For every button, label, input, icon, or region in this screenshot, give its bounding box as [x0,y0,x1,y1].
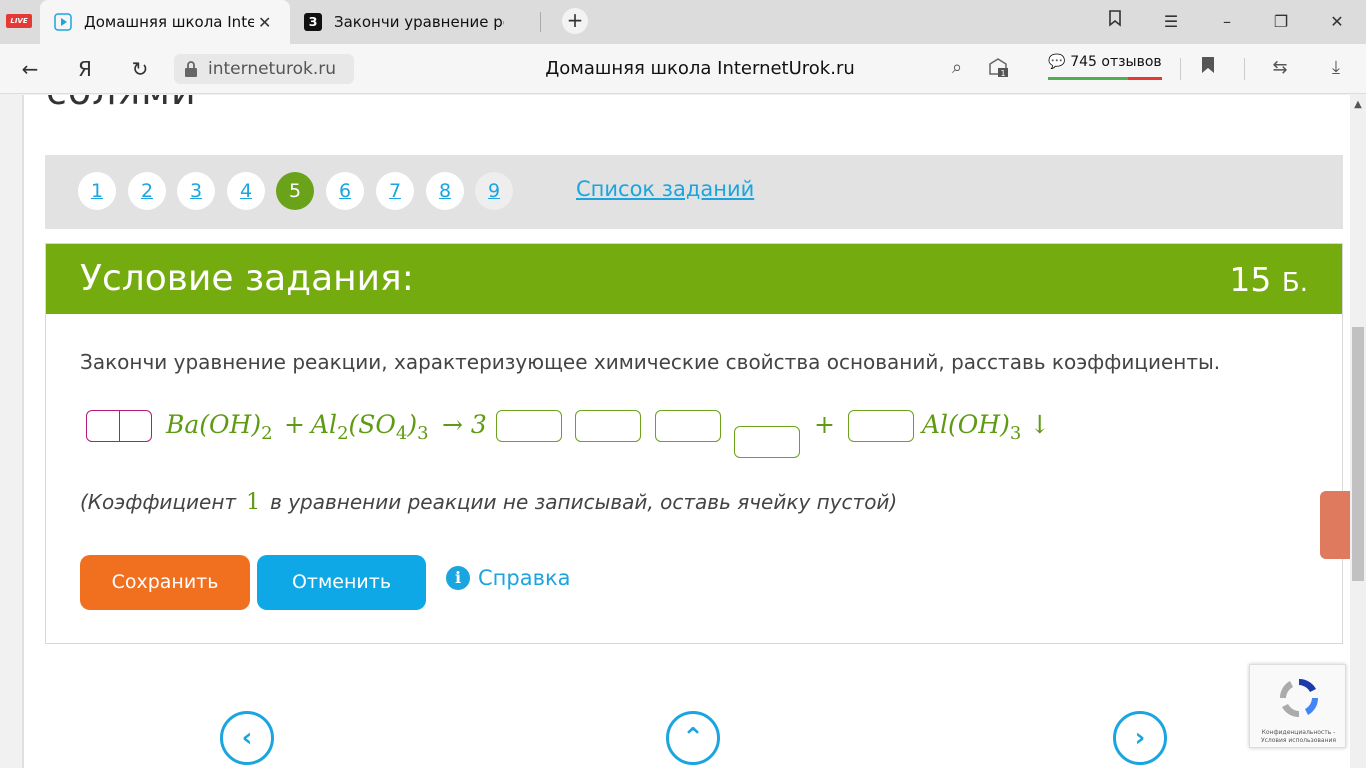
left-rail [0,95,24,768]
plus-sign-2: + [814,410,835,439]
translate-icon[interactable]: ⇆ [1268,56,1292,80]
page-link-6[interactable]: 6 [326,172,364,210]
task-list-link[interactable]: Список заданий [576,177,754,201]
download-icon[interactable]: ⤓ [1324,56,1348,80]
help-label: Справка [478,566,571,590]
page-content: солями 1 2 3 4 5 6 7 8 9 Список заданий … [0,95,1350,768]
live-icon[interactable]: LIVE [6,14,32,28]
recaptcha-badge[interactable]: Конфиденциальность - Условия использован… [1249,664,1346,748]
close-icon[interactable]: ✕ [258,13,271,32]
tab-title: Домашняя школа Intern [84,13,254,31]
rating-bar [1048,77,1162,80]
reviews-badge[interactable]: 💬 745 отзывов [1048,54,1162,80]
tab-inactive[interactable]: З Закончи уравнение реакц [292,0,540,44]
scroll-up-arrow-icon[interactable]: ▲ [1350,99,1366,110]
task-condition-title: Условие задания: [80,258,414,299]
coefficient-input-1[interactable] [86,410,152,442]
reactant-2: Al2(SO4)3 [311,410,429,444]
coefficient-input-2[interactable] [848,410,914,442]
scrollbar[interactable]: ▲ [1350,95,1366,768]
task-pager: 1 2 3 4 5 6 7 8 9 Список заданий [45,155,1343,229]
arrow-coefficient: → 3 [442,410,487,439]
recaptcha-text: Конфиденциальность - Условия использован… [1260,729,1337,744]
protect-badge-count: 1 [1000,69,1005,78]
window-close-icon[interactable]: ✕ [1322,8,1352,36]
browser-tab-bar: LIVE Домашняя школа Intern ✕ З Закончи у… [0,0,1366,44]
points-unit: Б. [1281,268,1308,298]
lock-icon [185,61,197,77]
help-link[interactable]: i Справка [446,566,571,590]
points-value: 15 [1229,260,1272,299]
product-2: Al(OH)3 ↓ [922,410,1051,444]
feedback-side-tab[interactable] [1320,491,1350,559]
precipitate-arrow-icon: ↓ [1029,410,1051,439]
tab-active[interactable]: Домашняя школа Intern ✕ [40,0,290,44]
page-link-9[interactable]: 9 [475,172,513,210]
coefficient-note: (Коэффициент 1 в уравнении реакции не запи… [80,490,898,515]
next-arrow-icon[interactable]: › [1113,711,1167,765]
scroll-thumb[interactable] [1352,327,1364,581]
plus-sign: + [284,410,305,439]
product-input-3[interactable] [655,410,721,442]
page-link-1[interactable]: 1 [78,172,116,210]
protect-icon[interactable]: 1 [986,56,1010,80]
speech-bubble-icon: 💬 [1048,54,1066,70]
reviews-text: 745 отзывов [1070,54,1162,70]
task-text: Закончи уравнение реакции, характеризующ… [80,350,1221,374]
tab-separator [540,12,541,32]
page-link-3[interactable]: 3 [177,172,215,210]
up-arrow-icon[interactable]: ⌃ [666,711,720,765]
reload-icon[interactable]: ↻ [127,56,153,82]
product-input-2[interactable] [575,410,641,442]
menu-icon[interactable]: ☰ [1156,8,1186,36]
zoom-icon[interactable]: ⌕ [945,56,969,80]
url-text: interneturok.ru [208,59,337,79]
separator [1244,58,1245,80]
recaptcha-icon [1279,678,1319,718]
prev-arrow-icon[interactable]: ‹ [220,711,274,765]
save-button[interactable]: Сохранить [80,555,250,610]
new-tab-plus-icon[interactable]: + [562,8,588,34]
cancel-button[interactable]: Отменить [257,555,426,610]
url-field[interactable]: interneturok.ru [174,54,354,84]
info-icon: i [446,566,470,590]
page-link-7[interactable]: 7 [376,172,414,210]
tab-title: Закончи уравнение реакц [334,13,504,31]
page-link-2[interactable]: 2 [128,172,166,210]
play-icon [54,13,72,31]
restore-icon[interactable]: ❐ [1266,8,1296,36]
address-bar: ← Я ↻ interneturok.ru Домашняя школа Int… [0,44,1366,94]
product-input-1[interactable] [496,410,562,442]
page-link-4[interactable]: 4 [227,172,265,210]
reaction-equation: Ba(OH)2 + Al2(SO4)3 → 3 + Al(OH)3 ↓ [86,406,1086,466]
cursor-divider [119,411,120,441]
separator [1180,58,1181,80]
page-title: Домашняя школа InternetUrok.ru [545,58,855,79]
reactant-1: Ba(OH)2 [166,410,273,444]
task-points: 15 Б. [1229,260,1308,299]
bookmark-icon[interactable] [1196,56,1220,80]
bookmarks-collection-icon[interactable] [1100,8,1130,36]
page-link-5-current[interactable]: 5 [276,172,314,210]
lesson-heading: солями [46,95,197,113]
page-link-8[interactable]: 8 [426,172,464,210]
yandex-logo-icon[interactable]: Я [72,56,98,82]
minimize-icon[interactable]: – [1212,8,1242,36]
znanija-icon: З [304,13,322,31]
product-subscript-input[interactable] [734,426,800,458]
task-panel: Условие задания: 15 Б. Закончи уравнение… [45,243,1343,644]
back-arrow-icon[interactable]: ← [17,56,43,82]
task-panel-header: Условие задания: 15 Б. [46,244,1342,314]
